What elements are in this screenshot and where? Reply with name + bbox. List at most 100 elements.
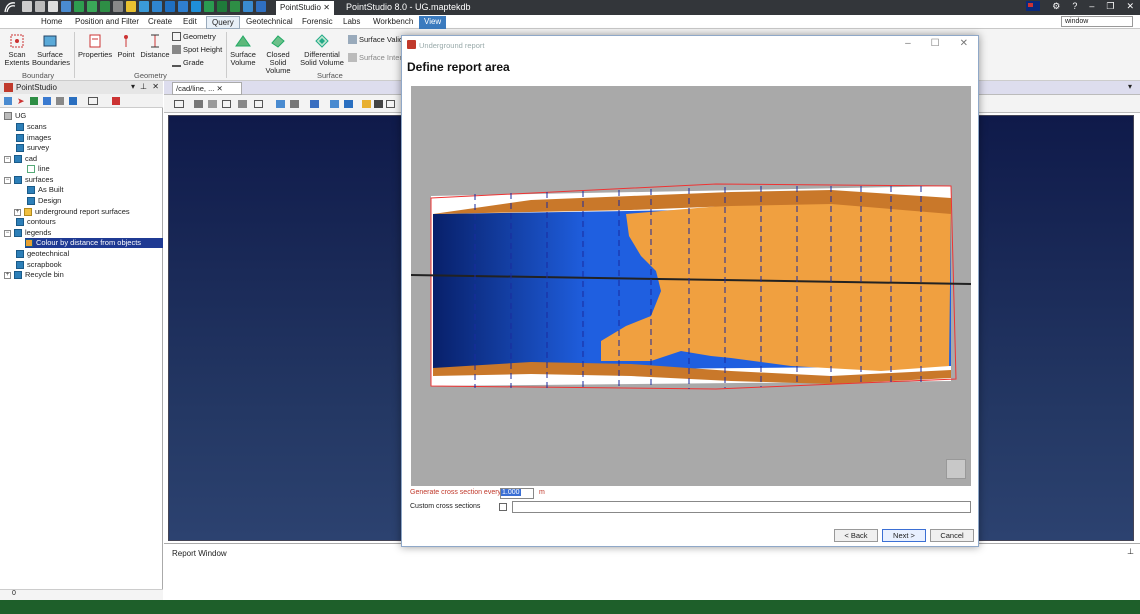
closed-solid-volume-button[interactable]: Closed Solid Volume	[258, 33, 298, 75]
tree-item-ug[interactable]: UG	[4, 111, 26, 121]
tree-item-cad[interactable]: − cad	[4, 154, 37, 164]
geometry-button[interactable]: Geometry	[172, 32, 216, 41]
surface-volume-button[interactable]: Surface Volume	[229, 33, 257, 67]
quick-cloud-icon[interactable]	[139, 1, 149, 12]
report-window-pin-icon[interactable]: ⊥	[1127, 547, 1134, 556]
tree-item-colour-by-distance[interactable]: Colour by distance from objects	[25, 238, 163, 248]
expand-icon[interactable]: +	[4, 271, 11, 279]
tab-workbench[interactable]: Workbench	[368, 16, 418, 29]
panel-close-icon[interactable]: ✕	[152, 82, 159, 91]
tab-view[interactable]: View	[419, 16, 447, 29]
explorer-tool-icon[interactable]	[56, 97, 64, 105]
view-tool-icon[interactable]	[330, 100, 339, 108]
view-tool-icon[interactable]	[290, 100, 299, 108]
tab-query[interactable]: Query	[206, 16, 240, 29]
explorer-tool-icon[interactable]	[88, 97, 98, 105]
search-input[interactable]: window	[1061, 16, 1133, 27]
view-tool-icon[interactable]	[254, 100, 263, 108]
tree-item-contours[interactable]: contours	[16, 217, 56, 227]
collapse-icon[interactable]: −	[4, 155, 11, 163]
view-tool-icon[interactable]	[362, 100, 371, 108]
expand-icon[interactable]: +	[14, 208, 21, 216]
quick-redo-icon[interactable]	[35, 1, 45, 12]
tree-item-legends[interactable]: − legends	[4, 228, 51, 238]
differential-solid-volume-button[interactable]: Differential Solid Volume	[300, 33, 344, 67]
tree-item-geotechnical[interactable]: geotechnical	[16, 249, 69, 259]
view-tool-icon[interactable]	[222, 100, 231, 108]
surface-inter-button[interactable]: Surface Inter	[348, 53, 402, 62]
help-icon[interactable]: ?	[1072, 1, 1077, 12]
cancel-button[interactable]: Cancel	[930, 529, 974, 542]
collapse-icon[interactable]: −	[4, 176, 11, 184]
close-icon[interactable]: ✕	[1126, 1, 1134, 12]
back-button[interactable]: < Back	[834, 529, 878, 542]
tree-item-scans[interactable]: scans	[16, 122, 47, 132]
distance-button[interactable]: Distance	[140, 33, 170, 59]
next-button[interactable]: Next >	[882, 529, 926, 542]
restore-icon[interactable]: ❐	[1106, 1, 1114, 12]
explorer-tool-icon[interactable]	[43, 97, 51, 105]
tab-labs[interactable]: Labs	[338, 16, 365, 29]
tree-item-survey[interactable]: survey	[16, 143, 49, 153]
quick-doc-icon[interactable]	[243, 1, 253, 12]
collapse-icon[interactable]: −	[4, 229, 11, 237]
view-tab[interactable]: /cad/line, ... ✕	[172, 82, 242, 95]
tree-item-design[interactable]: Design	[27, 196, 61, 206]
quick-grid-icon[interactable]	[87, 1, 97, 12]
quick-chart2-icon[interactable]	[152, 1, 162, 12]
view-tool-icon[interactable]	[208, 100, 217, 108]
tab-forensic[interactable]: Forensic	[297, 16, 338, 29]
view-tool-icon[interactable]	[276, 100, 285, 108]
tree-item-scrapbook[interactable]: scrapbook	[16, 260, 62, 270]
explorer-tool-icon[interactable]	[112, 97, 120, 105]
explorer-tool-icon[interactable]	[30, 97, 38, 105]
tree-item-recycle-bin[interactable]: + Recycle bin	[4, 270, 64, 280]
view-tool-icon[interactable]	[344, 100, 353, 108]
view-tool-icon[interactable]	[194, 100, 203, 108]
tree-item-images[interactable]: images	[16, 133, 51, 143]
view-tool-icon[interactable]	[374, 100, 383, 108]
tree-item-underground-report-surfaces[interactable]: + underground report surfaces	[14, 207, 130, 217]
tab-home[interactable]: Home	[36, 16, 67, 29]
quick-grid2-icon[interactable]	[204, 1, 214, 12]
tree-item-line[interactable]: line	[27, 164, 50, 174]
tree-item-as-built[interactable]: As Built	[27, 185, 63, 195]
tab-position-and-filter[interactable]: Position and Filter	[70, 16, 144, 29]
custom-cross-sections-checkbox[interactable]	[499, 503, 507, 511]
tab-geotechnical[interactable]: Geotechnical	[241, 16, 298, 29]
quick-layers-icon[interactable]	[191, 1, 201, 12]
spot-height-button[interactable]: Spot Height	[172, 45, 222, 54]
settings-icon[interactable]: ⚙	[1052, 1, 1060, 12]
close-view-tab-icon[interactable]: ✕	[216, 84, 222, 93]
cross-section-interval-spinbox[interactable]: 1.000	[500, 488, 534, 499]
explorer-tool-icon[interactable]	[4, 97, 12, 105]
tab-edit[interactable]: Edit	[178, 16, 202, 29]
properties-button[interactable]: Properties	[78, 33, 112, 59]
minimize-icon[interactable]: –	[1089, 1, 1094, 12]
report-area-preview[interactable]	[410, 86, 972, 486]
quick-refresh-icon[interactable]	[48, 1, 58, 12]
view-tool-icon[interactable]	[386, 100, 395, 108]
view-tool-icon[interactable]	[174, 100, 184, 108]
tab-create[interactable]: Create	[143, 16, 177, 29]
grade-button[interactable]: Grade	[172, 58, 204, 67]
panel-menu-icon[interactable]: ▾	[131, 82, 135, 91]
quick-chart-icon[interactable]	[100, 1, 110, 12]
surface-boundaries-button[interactable]: Surface Boundaries	[32, 33, 70, 67]
surface-valid-button[interactable]: Surface Valid	[348, 35, 403, 44]
quick-excel-icon[interactable]	[217, 1, 227, 12]
quick-monitor-icon[interactable]	[178, 1, 188, 12]
dialog-maximize-icon[interactable]: ☐	[931, 38, 940, 49]
fullscreen-icon[interactable]	[946, 459, 966, 479]
quick-pdf-icon[interactable]	[230, 1, 240, 12]
tree-item-surfaces[interactable]: − surfaces	[4, 175, 53, 185]
quick-bolt-icon[interactable]	[126, 1, 136, 12]
app-tab[interactable]: PointStudio ✕	[276, 1, 334, 15]
explorer-tool-icon[interactable]	[69, 97, 77, 105]
custom-cross-sections-input[interactable]	[512, 501, 971, 513]
close-tab-icon[interactable]: ✕	[323, 3, 330, 12]
dialog-close-icon[interactable]: ✕	[960, 38, 968, 49]
quick-shield-icon[interactable]	[165, 1, 175, 12]
view-tool-icon[interactable]	[238, 100, 247, 108]
view-panel-menu-icon[interactable]: ▾	[1128, 82, 1132, 91]
